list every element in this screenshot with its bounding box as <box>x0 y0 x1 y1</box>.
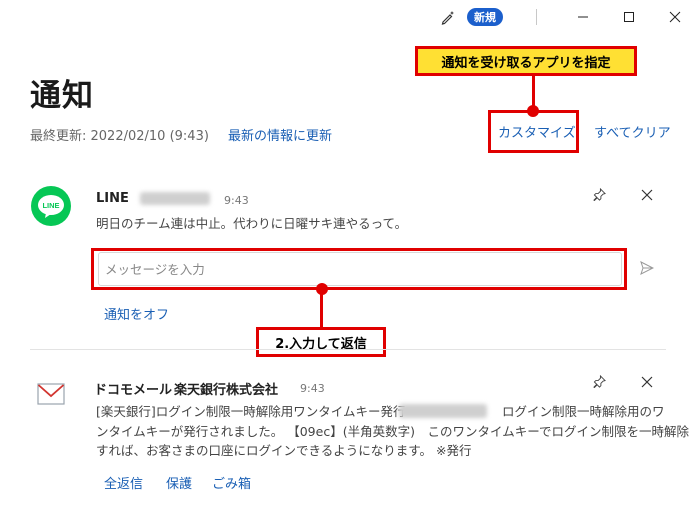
last-updated-text: 最終更新: 2022/02/10 (9:43) <box>30 129 209 144</box>
close-window-button[interactable] <box>652 2 698 32</box>
send-icon <box>640 260 655 279</box>
minimize-button[interactable] <box>560 2 606 32</box>
protect-button[interactable]: 保護 <box>166 473 192 492</box>
dismiss-button[interactable] <box>636 184 658 206</box>
dismiss-button[interactable] <box>636 371 658 393</box>
redacted-text <box>399 404 487 418</box>
notification-time: 9:43 <box>300 382 325 395</box>
customize-link[interactable]: カスタマイズ <box>498 122 576 141</box>
clear-all-link[interactable]: すべてクリア <box>594 122 671 141</box>
notification-app-name: ドコモメール <box>94 383 173 398</box>
minimize-icon <box>577 8 589 27</box>
pen-sparkle-icon[interactable] <box>437 6 459 28</box>
mute-notifications-link[interactable]: 通知をオフ <box>104 304 169 323</box>
callout-reply: 2.入力して返信 <box>256 327 386 357</box>
notification-sender: 楽天銀行株式会社 <box>174 383 279 398</box>
reply-all-button[interactable]: 全返信 <box>104 473 143 492</box>
mail-envelope-icon <box>37 383 65 409</box>
page-title: 通知 <box>30 78 94 114</box>
notification-message-line3: すれば、お客さまの口座にログインできるようになります。 ※発行 <box>96 443 472 458</box>
notification-time: 9:43 <box>224 194 249 207</box>
reply-callout-connector <box>320 290 323 328</box>
pin-button[interactable] <box>588 371 610 393</box>
notification-message: 明日のチーム連は中止。代わりに日曜サキ連やるって。 <box>96 216 408 231</box>
maximize-button[interactable] <box>606 2 652 32</box>
notification-message-line1b: ログイン制限一時解除用のワ <box>502 404 665 419</box>
pin-icon <box>592 186 606 205</box>
close-icon <box>641 186 653 205</box>
notification-divider <box>30 349 666 350</box>
svg-text:LINE: LINE <box>42 201 59 210</box>
reply-input-highlight <box>91 248 627 290</box>
notification-message-line1: [楽天銀行]ログイン制限一時解除用ワンタイムキー発行 <box>96 404 406 419</box>
trash-button[interactable]: ごみ箱 <box>212 473 251 492</box>
notification-app-name: LINE <box>96 191 129 206</box>
line-logo-icon: LINE <box>31 186 71 226</box>
callout-customize: 通知を受け取るアプリを指定 <box>415 46 637 76</box>
pin-button[interactable] <box>588 184 610 206</box>
close-icon <box>641 373 653 392</box>
new-badge[interactable]: 新規 <box>467 8 503 26</box>
send-button[interactable] <box>636 258 658 280</box>
notification-message-line2: ンタイムキーが発行されました。 【09ec】(半角英数字) このワンタイムキーで… <box>96 424 689 439</box>
pin-icon <box>592 373 606 392</box>
close-icon <box>669 8 681 27</box>
maximize-icon <box>623 8 635 27</box>
refresh-link[interactable]: 最新の情報に更新 <box>228 125 332 144</box>
redacted-sender <box>140 192 210 205</box>
titlebar-separator <box>536 9 537 25</box>
